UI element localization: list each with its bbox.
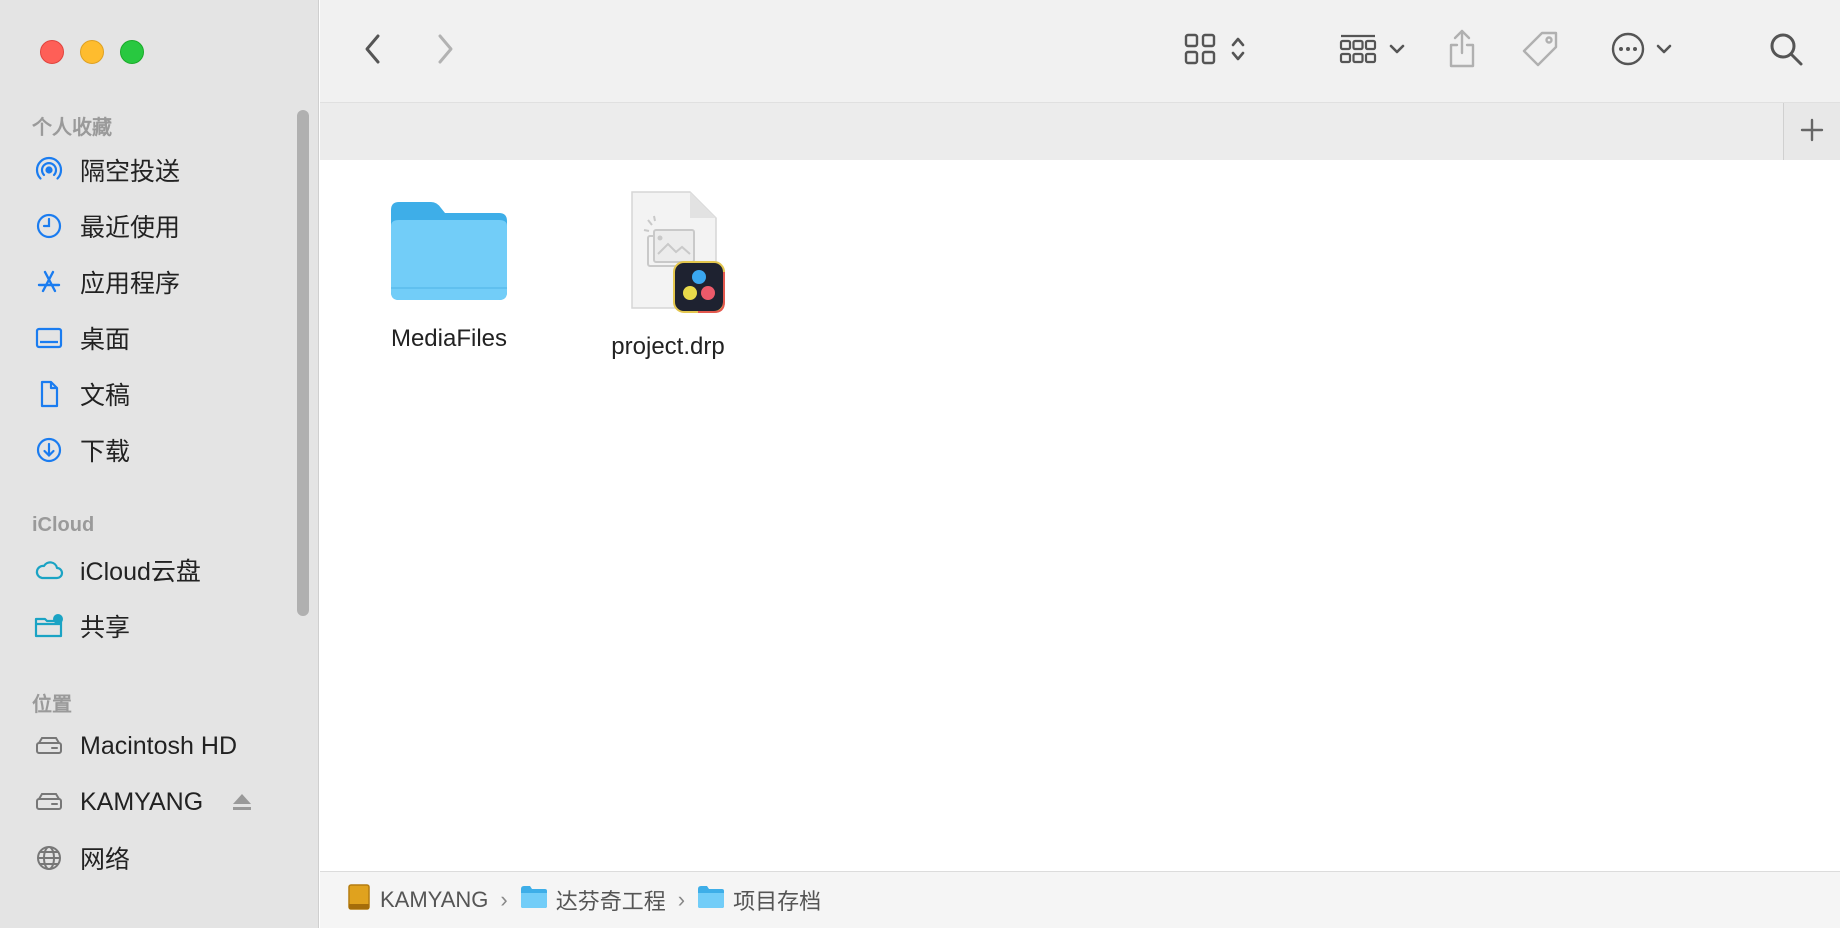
minimize-window-button[interactable] (80, 40, 104, 64)
drive-icon (32, 785, 66, 819)
sidebar-item-airdrop[interactable]: 隔空投送 (32, 148, 292, 192)
back-button[interactable] (358, 32, 388, 70)
group-icon (1339, 33, 1377, 70)
file-item-mediafiles[interactable]: MediaFiles (349, 196, 549, 353)
path-segment-davinci-projects[interactable]: 达芬奇工程 (520, 884, 666, 916)
sidebar-item-label: iCloud云盘 (80, 558, 201, 586)
file-name: MediaFiles (390, 325, 508, 352)
group-button[interactable] (1332, 30, 1412, 72)
sidebar-item-shared[interactable]: 共享 (32, 604, 292, 648)
sidebar-item-label: 桌面 (80, 326, 131, 354)
network-icon (32, 841, 66, 875)
plus-icon (1800, 113, 1824, 150)
file-item-project-drp[interactable]: project.drp (568, 190, 768, 361)
path-segment-project-archive[interactable]: 项目存档 (697, 884, 821, 916)
sidebar-item-label: 文稿 (80, 382, 131, 410)
new-tab-button[interactable] (1783, 103, 1840, 160)
share-icon (1446, 28, 1478, 75)
sidebar-item-network[interactable]: 网络 (32, 836, 292, 880)
applications-icon (32, 265, 66, 299)
path-bar: KAMYANG › 达芬奇工程 › 项目存档 (320, 871, 1840, 928)
sidebar-item-downloads[interactable]: 下载 (32, 428, 292, 472)
chevron-down-icon (1656, 42, 1672, 60)
tag-button[interactable] (1518, 30, 1562, 72)
davinci-project-file-icon (608, 190, 728, 319)
sidebar-item-icloud-drive[interactable]: iCloud云盘 (32, 548, 292, 592)
search-button[interactable] (1766, 30, 1806, 72)
airdrop-icon (32, 153, 66, 187)
folder-icon (387, 196, 511, 307)
sidebar-item-kamyang[interactable]: KAMYANG (32, 780, 292, 824)
up-down-chevron-icon (1230, 34, 1246, 69)
sidebar-item-label: 共享 (80, 614, 131, 642)
view-mode-button[interactable] (1170, 30, 1260, 72)
search-icon (1768, 31, 1804, 72)
file-name: project.drp (611, 333, 725, 360)
window-controls (40, 40, 144, 64)
drive-icon (32, 729, 66, 763)
toolbar (320, 0, 1840, 102)
sidebar-scrollbar[interactable] (297, 110, 309, 616)
sidebar-item-label: 最近使用 (80, 214, 181, 242)
section-title-icloud: iCloud (32, 514, 95, 536)
path-segment-kamyang[interactable]: KAMYANG (346, 883, 488, 917)
sidebar-item-macintosh-hd[interactable]: Macintosh HD (32, 724, 292, 768)
sidebar-item-applications[interactable]: 应用程序 (32, 260, 292, 304)
document-icon (32, 377, 66, 411)
more-icon (1610, 31, 1646, 72)
sidebar-item-desktop[interactable]: 桌面 (32, 316, 292, 360)
grid-view-icon (1184, 33, 1216, 70)
shared-folder-icon (32, 609, 66, 643)
cloud-icon (32, 553, 66, 587)
sidebar-item-label: 隔空投送 (80, 158, 181, 186)
chevron-down-icon (1389, 42, 1405, 60)
path-segment-label: 项目存档 (733, 889, 822, 914)
sidebar-item-label: 应用程序 (80, 270, 181, 298)
path-separator-icon: › (500, 887, 508, 912)
path-separator-icon: › (677, 887, 686, 912)
section-title-favorites: 个人收藏 (32, 117, 112, 139)
sidebar-item-documents[interactable]: 文稿 (32, 372, 292, 416)
close-window-button[interactable] (40, 40, 64, 64)
sidebar-item-label: Macintosh HD (80, 731, 237, 760)
more-actions-button[interactable] (1606, 30, 1676, 72)
chevron-left-icon (362, 32, 384, 71)
forward-button[interactable] (430, 32, 460, 70)
clock-icon (32, 209, 66, 243)
eject-icon[interactable] (231, 792, 253, 812)
tag-icon (1520, 29, 1560, 74)
download-icon (32, 433, 66, 467)
desktop-icon (32, 321, 66, 355)
sidebar-item-recents[interactable]: 最近使用 (32, 204, 292, 248)
path-segment-label: KAMYANG (380, 887, 489, 912)
folder-icon (520, 885, 548, 915)
path-segment-label: 达芬奇工程 (555, 889, 666, 914)
sidebar-item-label: 网络 (80, 846, 131, 874)
sidebar: 个人收藏 隔空投送 最近使用 应用程序 桌面 文稿 下载 iCloud iClo… (0, 0, 319, 928)
tab-bar (320, 102, 1840, 161)
share-button[interactable] (1442, 28, 1482, 74)
section-title-locations: 位置 (32, 694, 72, 716)
file-browser-content: MediaFiles project.drp (320, 160, 1840, 872)
drive-icon (346, 883, 372, 917)
sidebar-item-label: 下载 (80, 438, 131, 466)
zoom-window-button[interactable] (120, 40, 144, 64)
sidebar-item-label: KAMYANG (80, 787, 204, 816)
chevron-right-icon (434, 32, 456, 71)
folder-icon (697, 885, 725, 915)
